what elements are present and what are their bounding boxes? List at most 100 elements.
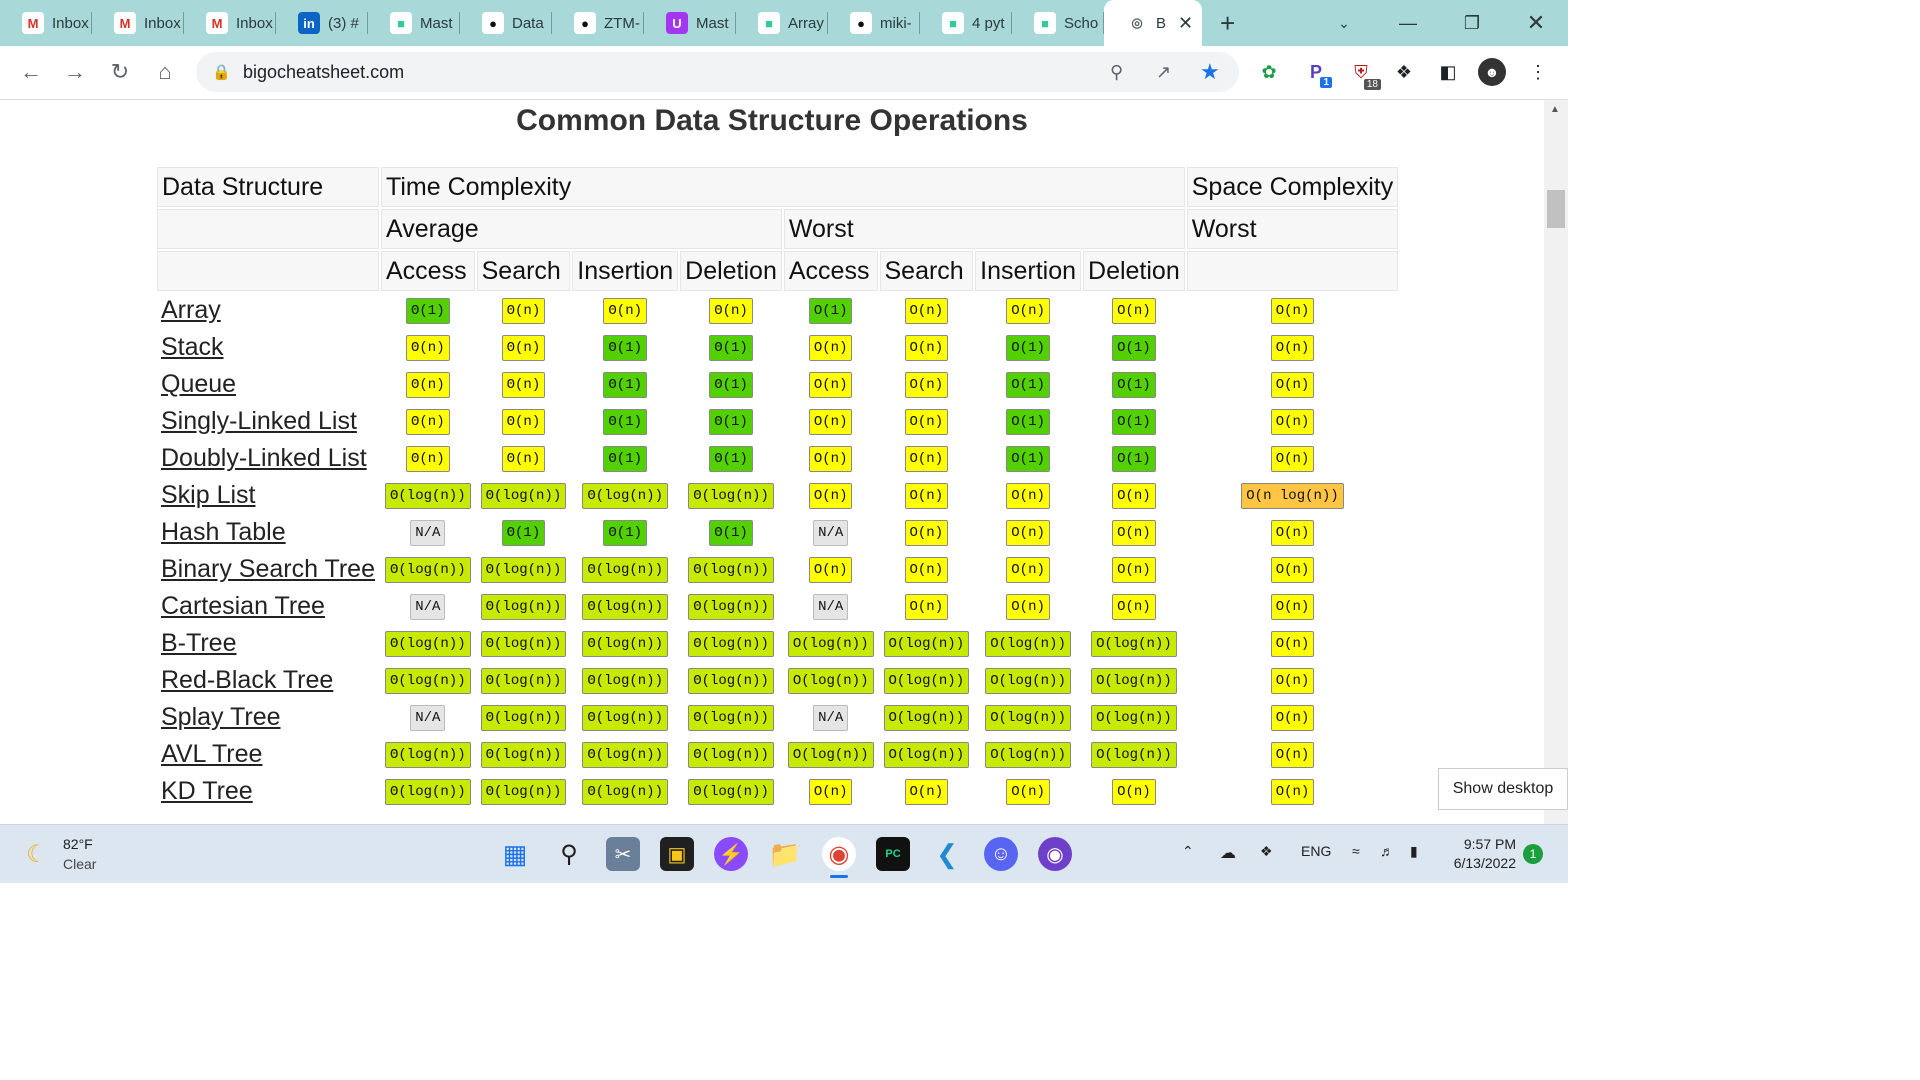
zoom-icon[interactable]: ⚲ [1110,62,1123,83]
complexity-badge: O(n) [904,408,949,435]
data-structure-link[interactable]: Array [161,296,221,324]
sticky-notes-icon[interactable]: ▣ [660,837,694,871]
browser-tab[interactable]: ■ Array [736,0,828,46]
bookmark-star-icon[interactable]: ★ [1200,59,1220,85]
restore-button[interactable]: ❐ [1440,0,1504,46]
complexity-badge: O(log(n)) [883,704,970,731]
data-structure-link[interactable]: Skip List [161,481,255,509]
chrome-menu-icon[interactable]: ⋮ [1524,58,1552,86]
snipping-tool-icon[interactable]: ✂ [606,837,640,871]
complexity-cell: Θ(log(n)) [381,737,475,772]
browser-tab[interactable]: ● ZTM- [552,0,644,46]
complexity-badge: N/A [813,593,849,620]
browser-tab[interactable]: in (3) # [276,0,368,46]
browser-tab[interactable]: M Inbox [0,0,92,46]
data-structure-link[interactable]: Doubly-Linked List [161,444,367,472]
scroll-up-icon[interactable]: ▲ [1550,104,1560,115]
data-structure-link[interactable]: Cartesian Tree [161,592,325,620]
notification-badge[interactable]: 1 [1523,844,1543,864]
data-structure-link[interactable]: Hash Table [161,518,286,546]
header-data-structure: Data Structure [157,167,379,207]
extensions-puzzle-icon[interactable]: ❖ [1390,58,1418,86]
battery-icon[interactable]: ▮ [1410,843,1418,860]
data-structure-link[interactable]: Splay Tree [161,703,281,731]
discord-icon[interactable]: ☺ [984,837,1018,871]
table-row: Queue Θ(n) Θ(n) Θ(1) Θ(1) O(n) O(n) O(1) O(1) O(n… [157,367,1398,402]
complexity-cell: Θ(log(n)) [572,478,678,513]
browser-tab[interactable]: ◎ B ✕ [1104,0,1202,46]
browser-tab[interactable]: U Mast [644,0,736,46]
browser-tab[interactable]: ● miki- [828,0,920,46]
complexity-cell: Θ(log(n)) [381,663,475,698]
complexity-cell: Θ(log(n)) [572,552,678,587]
complexity-badge: Θ(log(n)) [688,482,774,509]
new-tab-button[interactable]: + [1220,8,1235,39]
browser-tab[interactable]: ■ Mast [368,0,460,46]
complexity-cell: N/A [381,515,475,550]
forward-icon[interactable]: → [61,58,89,86]
header-blank [157,209,379,249]
complexity-cell: Θ(1) [572,441,678,476]
minimize-button[interactable]: — [1376,0,1440,46]
browser-tab[interactable]: M Inbox [92,0,184,46]
browser-tab[interactable]: ■ Scho [1012,0,1104,46]
back-icon[interactable]: ← [17,58,45,86]
address-bar[interactable]: 🔒 bigocheatsheet.com ⚲ ↗ ★ [196,52,1239,92]
data-structure-link[interactable]: KD Tree [161,777,253,805]
lock-icon[interactable]: 🔒 [212,63,231,81]
messenger-icon[interactable]: ⚡ [714,837,748,871]
browser-tab[interactable]: ● Data [460,0,552,46]
complexity-badge: O(n) [1006,556,1050,583]
search-icon[interactable]: ⚲ [552,837,586,871]
weather-condition[interactable]: Clear [63,856,96,872]
data-structure-link[interactable]: Queue [161,370,236,398]
home-icon[interactable]: ⌂ [151,58,179,86]
volume-icon[interactable]: ♬ [1380,843,1394,859]
close-window-button[interactable]: ✕ [1504,0,1568,46]
ublock-extension-icon[interactable]: ⛨ 18 [1347,58,1381,90]
side-panel-icon[interactable]: ◧ [1434,58,1462,86]
data-structure-link[interactable]: B-Tree [161,629,236,657]
share-icon[interactable]: ↗ [1156,62,1171,83]
scrollbar-thumb[interactable] [1547,190,1565,228]
file-explorer-icon[interactable]: 📁 [768,837,802,871]
language-indicator[interactable]: ENG [1301,843,1331,859]
windows-start-icon[interactable]: ▦ [498,837,532,871]
github-desktop-icon[interactable]: ◉ [1038,837,1072,871]
data-structure-link[interactable]: Red-Black Tree [161,666,333,694]
data-structure-link[interactable]: AVL Tree [161,740,262,768]
tab-search-icon[interactable]: ⌄ [1312,0,1376,46]
profile-avatar[interactable]: ☻ [1478,58,1506,86]
complexity-badge: O(log(n)) [985,630,1071,657]
complexity-cell: O(n) [1187,737,1398,772]
close-tab-icon[interactable]: ✕ [1178,13,1193,34]
dropbox-icon[interactable]: ❖ [1260,843,1273,860]
complexity-cell: N/A [784,589,878,624]
complexity-badge: O(n) [904,334,949,361]
complexity-badge: O(n) [1270,408,1315,435]
complexity-cell: Θ(n) [381,330,475,365]
reload-icon[interactable]: ↻ [106,58,134,86]
complexity-cell: N/A [784,515,878,550]
onedrive-cloud-icon[interactable]: ☁ [1220,843,1236,863]
chevron-up-icon[interactable]: ⌃ [1182,843,1194,860]
clock[interactable]: 9:57 PM 6/13/2022 [1448,835,1516,873]
complexity-cell: Θ(n) [680,293,782,328]
hummingbird-extension-icon[interactable]: ✿ [1255,58,1283,86]
wifi-icon[interactable]: ≈ [1352,843,1360,859]
complexity-cell: O(n) [880,515,974,550]
chrome-icon[interactable]: ◉ [822,837,856,871]
complexity-badge: N/A [410,519,446,546]
vscode-icon[interactable]: ❮ [930,837,964,871]
complexity-cell: O(n) [784,441,878,476]
browser-tab[interactable]: ■ 4 pyt [920,0,1012,46]
moon-icon[interactable]: ☾ [26,840,48,869]
data-structure-link[interactable]: Stack [161,333,224,361]
data-structure-link[interactable]: Binary Search Tree [161,555,375,583]
extension-p-icon[interactable]: P1 [1302,58,1332,88]
table-row: Array Θ(1) Θ(n) Θ(n) Θ(n) O(1) O(n) O(n) O(n) O(n… [157,293,1398,328]
browser-tab[interactable]: M Inbox [184,0,276,46]
data-structure-link[interactable]: Singly-Linked List [161,407,357,435]
weather-temperature[interactable]: 82°F [63,836,93,852]
pycharm-icon[interactable]: PC [876,837,910,871]
